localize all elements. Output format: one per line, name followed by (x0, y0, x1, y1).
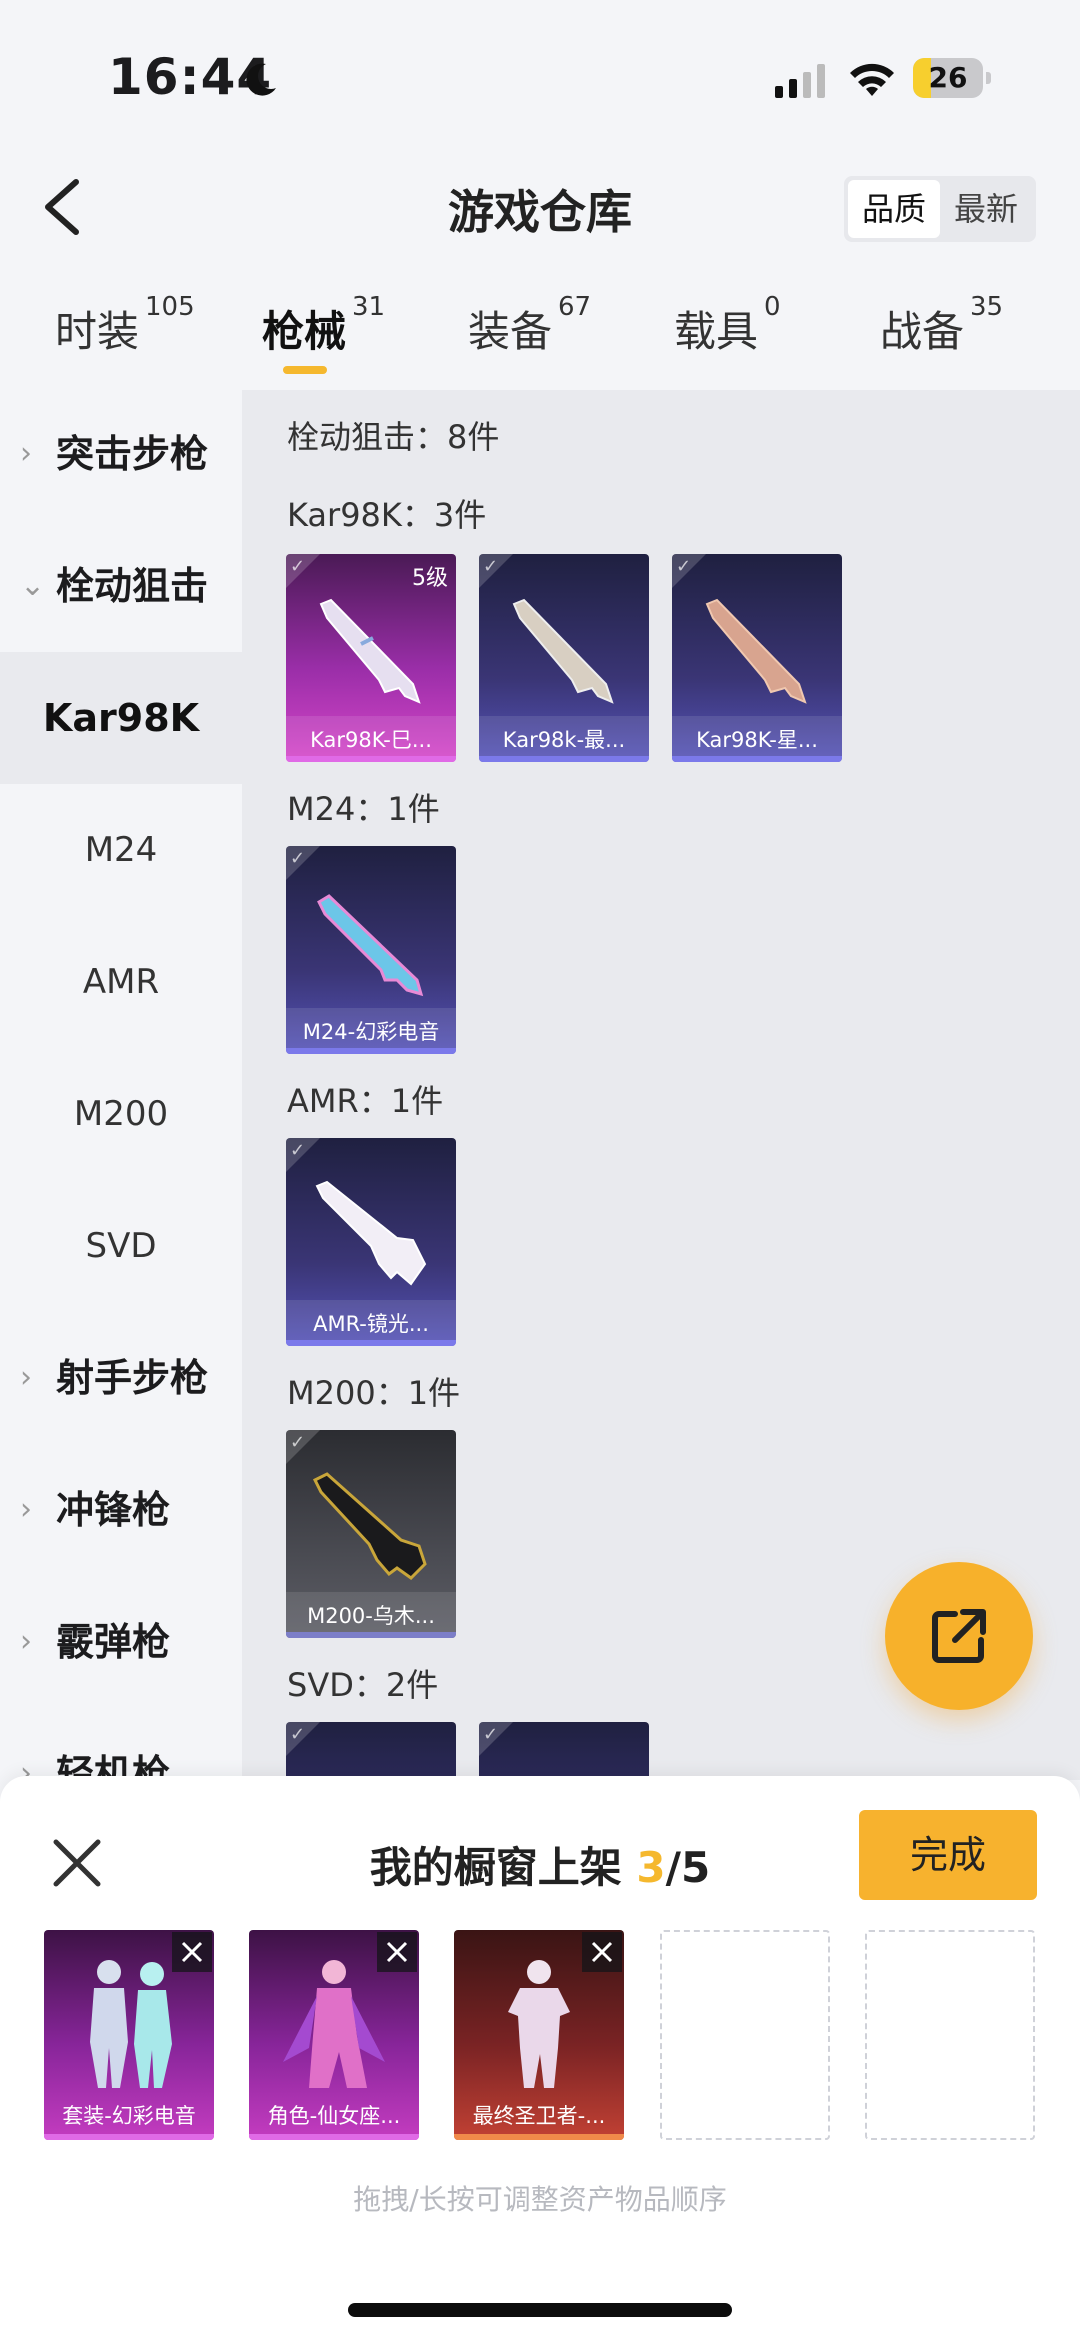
cellular-signal-icon (775, 64, 825, 98)
sidebar-item-smg[interactable]: › 冲锋枪 (0, 1444, 242, 1576)
rifle-icon (705, 598, 807, 704)
category-tabs: 时装 105 枪械 31 装备 67 载具 0 战备 35 (0, 292, 1080, 390)
tab-equipment[interactable]: 装备 67 (468, 292, 591, 359)
check-icon: ✓ (290, 556, 306, 577)
sidebar-item-m200[interactable]: M200 (0, 1048, 242, 1180)
chevron-right-icon: › (20, 1360, 32, 1395)
sidebar-item-kar98k[interactable]: Kar98K (0, 652, 242, 784)
section-label-m200: M200：1件 (287, 1374, 461, 1412)
item-card[interactable]: ✓ 5级 Kar98K-巳... (286, 554, 456, 762)
rifle-icon (315, 1180, 427, 1286)
check-icon: ✓ (483, 556, 499, 577)
sidebar-item-lmg[interactable]: › 轻机枪 (0, 1708, 242, 1780)
tab-fashion[interactable]: 时装 105 (55, 292, 195, 359)
tab-count: 35 (970, 292, 1004, 322)
check-icon: ✓ (483, 1724, 499, 1745)
sidebar-item-amr[interactable]: AMR (0, 916, 242, 1048)
section-label-amr: AMR：1件 (287, 1082, 444, 1120)
close-icon (591, 1941, 613, 1963)
showcase-empty-slot[interactable] (660, 1930, 830, 2140)
slot-name: 最终圣卫者-... (472, 2104, 606, 2128)
close-icon (181, 1941, 203, 1963)
chevron-right-icon: › (20, 1624, 32, 1659)
share-fab-button[interactable] (885, 1562, 1033, 1710)
sort-quality-button[interactable]: 品质 (848, 180, 940, 238)
tab-count: 0 (764, 292, 781, 322)
slot-name: 角色-仙女座... (267, 2104, 401, 2128)
showcase-slot[interactable]: 角色-仙女座... (249, 1930, 419, 2140)
sidebar-item-marksman-rifle[interactable]: › 射手步枪 (0, 1312, 242, 1444)
tab-count: 105 (145, 292, 195, 322)
showcase-total: /5 (665, 1843, 711, 1892)
rifle-icon (317, 894, 424, 997)
reorder-hint: 拖拽/长按可调整资产物品顺序 (353, 2183, 727, 2216)
group-title: 栓动狙击：8件 (287, 418, 500, 456)
sort-toggle: 品质 最新 (844, 176, 1036, 242)
battery-indicator: 26 (913, 58, 991, 98)
section-label-svd: SVD：2件 (287, 1666, 439, 1704)
remove-slot-button[interactable] (172, 1932, 212, 1972)
item-card[interactable]: ✓ M200-乌木... (286, 1430, 456, 1638)
section-label-kar98k: Kar98K：3件 (287, 496, 487, 534)
sidebar-item-bolt-sniper[interactable]: ⌄ 栓动狙击 (0, 520, 242, 652)
showcase-sheet: 我的橱窗上架 3/5 完成 套装-幻彩电音 角色-仙女座... 最终圣卫者-..… (0, 1776, 1080, 2341)
remove-slot-button[interactable] (582, 1932, 622, 1972)
item-name: Kar98K-星... (696, 728, 818, 752)
item-card[interactable]: ✓ M24-幻彩电音 (286, 846, 456, 1054)
sidebar-item-m24[interactable]: M24 (0, 784, 242, 916)
item-card[interactable]: ✓ Kar98k-最... (479, 554, 649, 762)
check-icon: ✓ (290, 1724, 306, 1745)
tab-supplies[interactable]: 战备 35 (880, 292, 1003, 359)
item-name: M24-幻彩电音 (302, 1020, 440, 1044)
showcase-empty-slot[interactable] (865, 1930, 1035, 2140)
showcase-count: 3 (636, 1843, 666, 1892)
check-icon: ✓ (290, 1140, 306, 1161)
tab-guns[interactable]: 枪械 31 (262, 292, 385, 359)
battery-level: 26 (928, 61, 968, 94)
item-name: M200-乌木... (307, 1604, 435, 1628)
sidebar-item-assault-rifle[interactable]: › 突击步枪 (0, 390, 242, 520)
chevron-right-icon: › (20, 1492, 32, 1527)
rifle-icon (319, 598, 421, 704)
check-icon: ✓ (290, 1432, 306, 1453)
check-icon: ✓ (676, 556, 692, 577)
tab-count: 67 (558, 292, 592, 322)
showcase-slot[interactable]: 套装-幻彩电音 (44, 1930, 214, 2140)
tab-vehicles[interactable]: 载具 0 (674, 292, 781, 359)
share-export-icon (932, 1609, 986, 1663)
section-label-m24: M24：1件 (287, 790, 440, 828)
moon-icon (246, 63, 276, 96)
showcase-slot[interactable]: 最终圣卫者-... (454, 1930, 624, 2140)
item-name: AMR-镜光... (313, 1312, 429, 1336)
character-figure-icon (283, 1960, 385, 2088)
item-card[interactable]: ✓ (286, 1722, 456, 1780)
tab-count: 31 (352, 292, 386, 322)
item-card[interactable]: ✓ (479, 1722, 649, 1780)
slot-name: 套装-幻彩电音 (62, 2104, 196, 2128)
item-name: Kar98k-最... (502, 728, 626, 752)
sidebar-item-svd[interactable]: SVD (0, 1180, 242, 1312)
rifle-icon (312, 1472, 427, 1580)
chevron-down-icon: ⌄ (20, 568, 46, 603)
done-button[interactable]: 完成 (859, 1810, 1037, 1900)
item-name: Kar98K-巳... (310, 728, 432, 752)
item-card[interactable]: ✓ Kar98K-星... (672, 554, 842, 762)
sidebar-item-shotgun[interactable]: › 霰弹枪 (0, 1576, 242, 1708)
remove-slot-button[interactable] (377, 1932, 417, 1972)
check-icon: ✓ (290, 848, 306, 869)
active-tab-indicator (283, 366, 327, 374)
status-bar: 16:44 26 (0, 0, 1080, 150)
character-figure-icon (508, 1960, 570, 2088)
item-card[interactable]: ✓ AMR-镜光... (286, 1138, 456, 1346)
chevron-right-icon: › (20, 436, 32, 471)
chevron-right-icon: › (20, 1756, 32, 1780)
close-icon (386, 1941, 408, 1963)
weapon-type-sidebar: › 突击步枪 ⌄ 栓动狙击 Kar98K M24 AMR M200 SVD › … (0, 390, 242, 1780)
rifle-icon (512, 598, 614, 704)
home-indicator (348, 2303, 732, 2317)
outfit-figure-icon (90, 1960, 172, 2088)
sort-newest-button[interactable]: 最新 (940, 180, 1032, 238)
wifi-icon (850, 63, 894, 96)
